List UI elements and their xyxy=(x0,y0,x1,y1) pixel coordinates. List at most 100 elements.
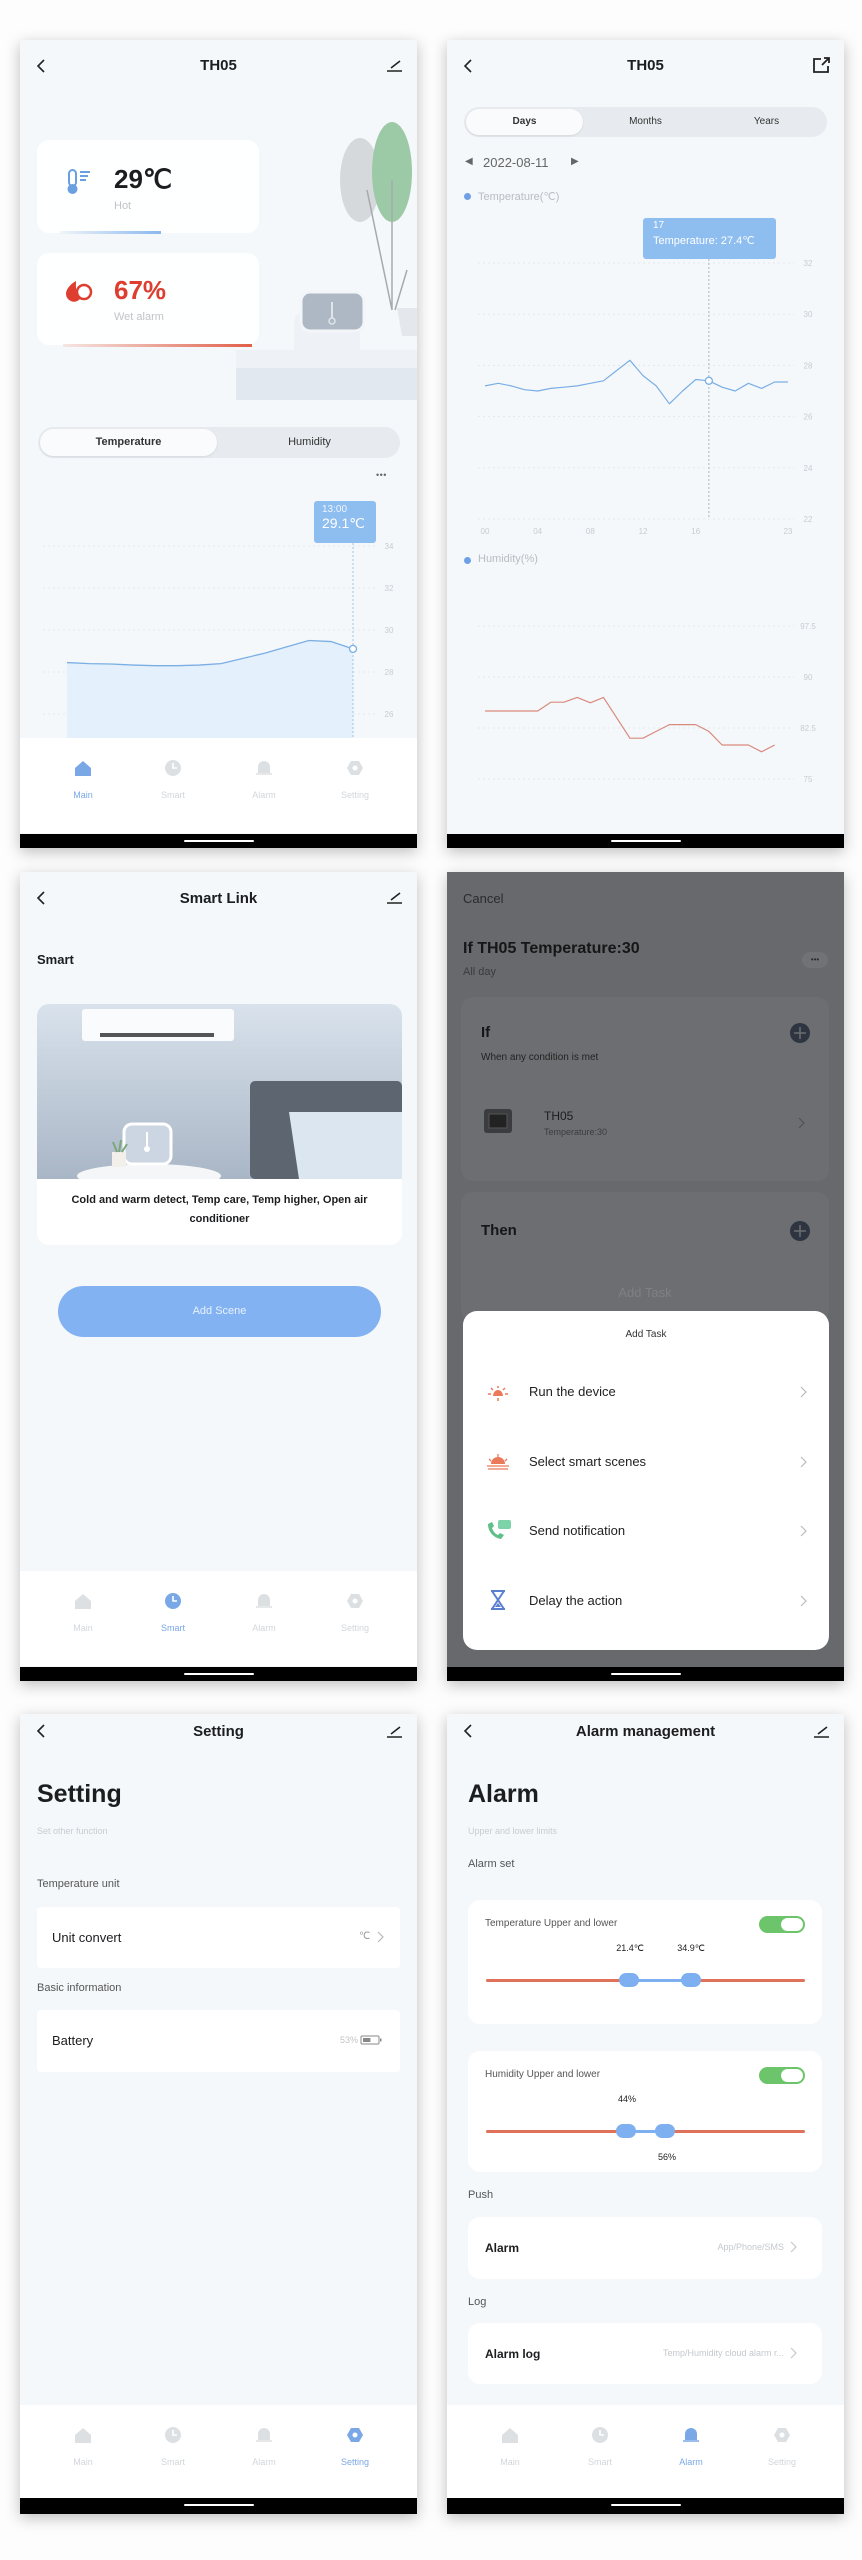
humidity-range-slider[interactable] xyxy=(486,2124,805,2138)
chevron-right-icon xyxy=(790,2241,797,2253)
humidity-low-value: 44% xyxy=(617,2094,636,2104)
edit-icon[interactable] xyxy=(385,1724,403,1738)
chevron-right-icon xyxy=(800,1595,807,1607)
add-task-link[interactable]: Add Task xyxy=(461,1285,829,1300)
alarm-log-row[interactable]: Alarm log Temp/Humidity cloud alarm r... xyxy=(468,2323,822,2384)
push-alarm-row[interactable]: Alarm App/Phone/SMS xyxy=(468,2217,822,2279)
more-options-button[interactable]: • • • xyxy=(376,470,387,480)
chevron-right-icon xyxy=(790,2347,797,2359)
clock-icon xyxy=(165,2427,181,2443)
nav-item-alarm[interactable]: Alarm xyxy=(224,2405,304,2500)
page-title: Setting xyxy=(193,1723,244,1740)
nav-item-alarm[interactable]: Alarm xyxy=(224,1571,304,1666)
temperature-range-slider[interactable] xyxy=(486,1973,805,1987)
task-label: Send notification xyxy=(529,1523,626,1538)
condition-detail: Temperature:30 xyxy=(544,1127,608,1137)
nav-item-setting[interactable]: Setting xyxy=(315,1571,395,1666)
tab-humidity[interactable]: Humidity xyxy=(221,429,398,456)
x-tick-label: 00 xyxy=(481,527,490,536)
home-indicator-bar xyxy=(447,1667,844,1681)
highlight-point[interactable] xyxy=(348,644,358,654)
nav-item-smart[interactable]: Smart xyxy=(133,2405,213,2500)
nav-item-smart[interactable]: Smart xyxy=(133,738,213,833)
page-title: Smart Link xyxy=(179,890,258,907)
push-alarm-value: App/Phone/SMS xyxy=(717,2242,784,2252)
condition-row[interactable]: TH05 Temperature:30 xyxy=(461,1097,829,1147)
chevron-right-icon xyxy=(798,1117,805,1129)
bottom-nav: Main Smart Alarm Setting xyxy=(20,1571,417,1666)
condition-mode-dropdown[interactable]: When any condition is met xyxy=(481,1052,598,1063)
home-indicator-bar xyxy=(20,834,417,848)
nav-item-main[interactable]: Main xyxy=(43,2405,123,2500)
temperature-alarm-toggle[interactable] xyxy=(759,1916,805,1933)
gear-icon xyxy=(347,761,363,775)
home-icon xyxy=(75,761,91,776)
nav-label: Setting xyxy=(340,2457,370,2467)
highlight-point[interactable] xyxy=(704,376,714,385)
nav-item-smart[interactable]: Smart xyxy=(133,1571,213,1666)
nav-item-setting[interactable]: Setting xyxy=(742,2405,822,2500)
y-tick-label: 32 xyxy=(385,584,394,593)
x-tick-label: 08 xyxy=(586,527,595,536)
edit-icon[interactable] xyxy=(385,58,403,72)
temperature-area xyxy=(67,640,353,738)
bell-icon xyxy=(683,2428,699,2442)
humidity-limit-label: Humidity Upper and lower xyxy=(485,2069,601,2080)
humidity-card: 67% Wet alarm xyxy=(37,253,259,345)
cancel-button[interactable]: Cancel xyxy=(463,891,503,906)
high-thumb-handle[interactable] xyxy=(680,1973,701,1987)
y-tick-label: 90 xyxy=(804,673,813,682)
nav-item-main[interactable]: Main xyxy=(470,2405,550,2500)
task-run-device[interactable]: Run the device xyxy=(463,1372,829,1412)
section-heading: Smart xyxy=(37,952,74,967)
scene-caption: Cold and warm detect, Temp care, Temp hi… xyxy=(71,1194,368,1225)
high-thumb-handle[interactable] xyxy=(654,2124,675,2138)
nav-item-main[interactable]: Main xyxy=(43,738,123,833)
tab-temperature[interactable]: Temperature xyxy=(40,429,217,456)
low-thumb-handle[interactable] xyxy=(616,2124,637,2138)
nav-label: Smart xyxy=(160,790,185,800)
chevron-right-icon xyxy=(800,1525,807,1537)
task-send-notification[interactable]: Send notification xyxy=(463,1511,829,1551)
y-tick-label: 97.5 xyxy=(800,622,816,631)
nav-label: Alarm xyxy=(679,2457,703,2467)
alarm-log-label: Alarm log xyxy=(485,2347,541,2361)
scene-edit-screen: Cancel If TH05 Temperature:30 All day ••… xyxy=(447,872,844,1681)
chevron-right-icon xyxy=(800,1386,807,1398)
temperature-high-value: 34.9℃ xyxy=(677,1943,705,1953)
clock-icon xyxy=(592,2427,608,2443)
home-icon xyxy=(75,1594,91,1609)
temperature-card: 29℃ Hot xyxy=(37,140,259,233)
nav-item-smart[interactable]: Smart xyxy=(560,2405,640,2500)
task-select-scenes[interactable]: Select smart scenes xyxy=(463,1442,829,1482)
x-tick-label: 12 xyxy=(639,527,648,536)
low-thumb-handle[interactable] xyxy=(619,1973,640,1987)
chart-tooltip: 13:00 29.1℃ xyxy=(314,501,376,543)
task-label: Run the device xyxy=(529,1384,616,1399)
nav-item-setting[interactable]: Setting xyxy=(315,738,395,833)
add-scene-button[interactable]: Add Scene xyxy=(58,1286,381,1337)
task-label: Delay the action xyxy=(529,1593,623,1608)
nav-item-alarm[interactable]: Alarm xyxy=(224,738,304,833)
task-delay-action[interactable]: Delay the action xyxy=(463,1581,829,1621)
nav-item-setting[interactable]: Setting xyxy=(315,2405,395,2500)
edit-icon[interactable] xyxy=(385,890,403,904)
section-label: Alarm set xyxy=(468,1858,515,1870)
nav-label: Smart xyxy=(587,2457,612,2467)
chevron-right-icon xyxy=(800,1456,807,1468)
unit-convert-row[interactable]: Unit convert ℃ xyxy=(37,1907,400,1968)
scene-card[interactable]: Cold and warm detect, Temp care, Temp hi… xyxy=(37,1004,402,1245)
nav-label: Main xyxy=(500,2457,520,2467)
y-tick-label: 24 xyxy=(804,464,813,473)
nav-item-alarm[interactable]: Alarm xyxy=(651,2405,731,2500)
gear-icon xyxy=(774,2428,790,2442)
temperature-limit-label: Temperature Upper and lower xyxy=(485,1918,618,1929)
bedroom-illustration xyxy=(37,1004,402,1179)
nav-item-main[interactable]: Main xyxy=(43,1571,123,1666)
humidity-alarm-toggle[interactable] xyxy=(759,2067,805,2084)
add-task-icon[interactable] xyxy=(789,1220,811,1242)
add-condition-icon[interactable] xyxy=(789,1022,811,1044)
more-options-button[interactable]: ••• xyxy=(802,952,828,968)
smart-link-screen: Smart Link Smart Cold and warm detect, T… xyxy=(20,872,417,1681)
edit-icon[interactable] xyxy=(812,1724,830,1738)
